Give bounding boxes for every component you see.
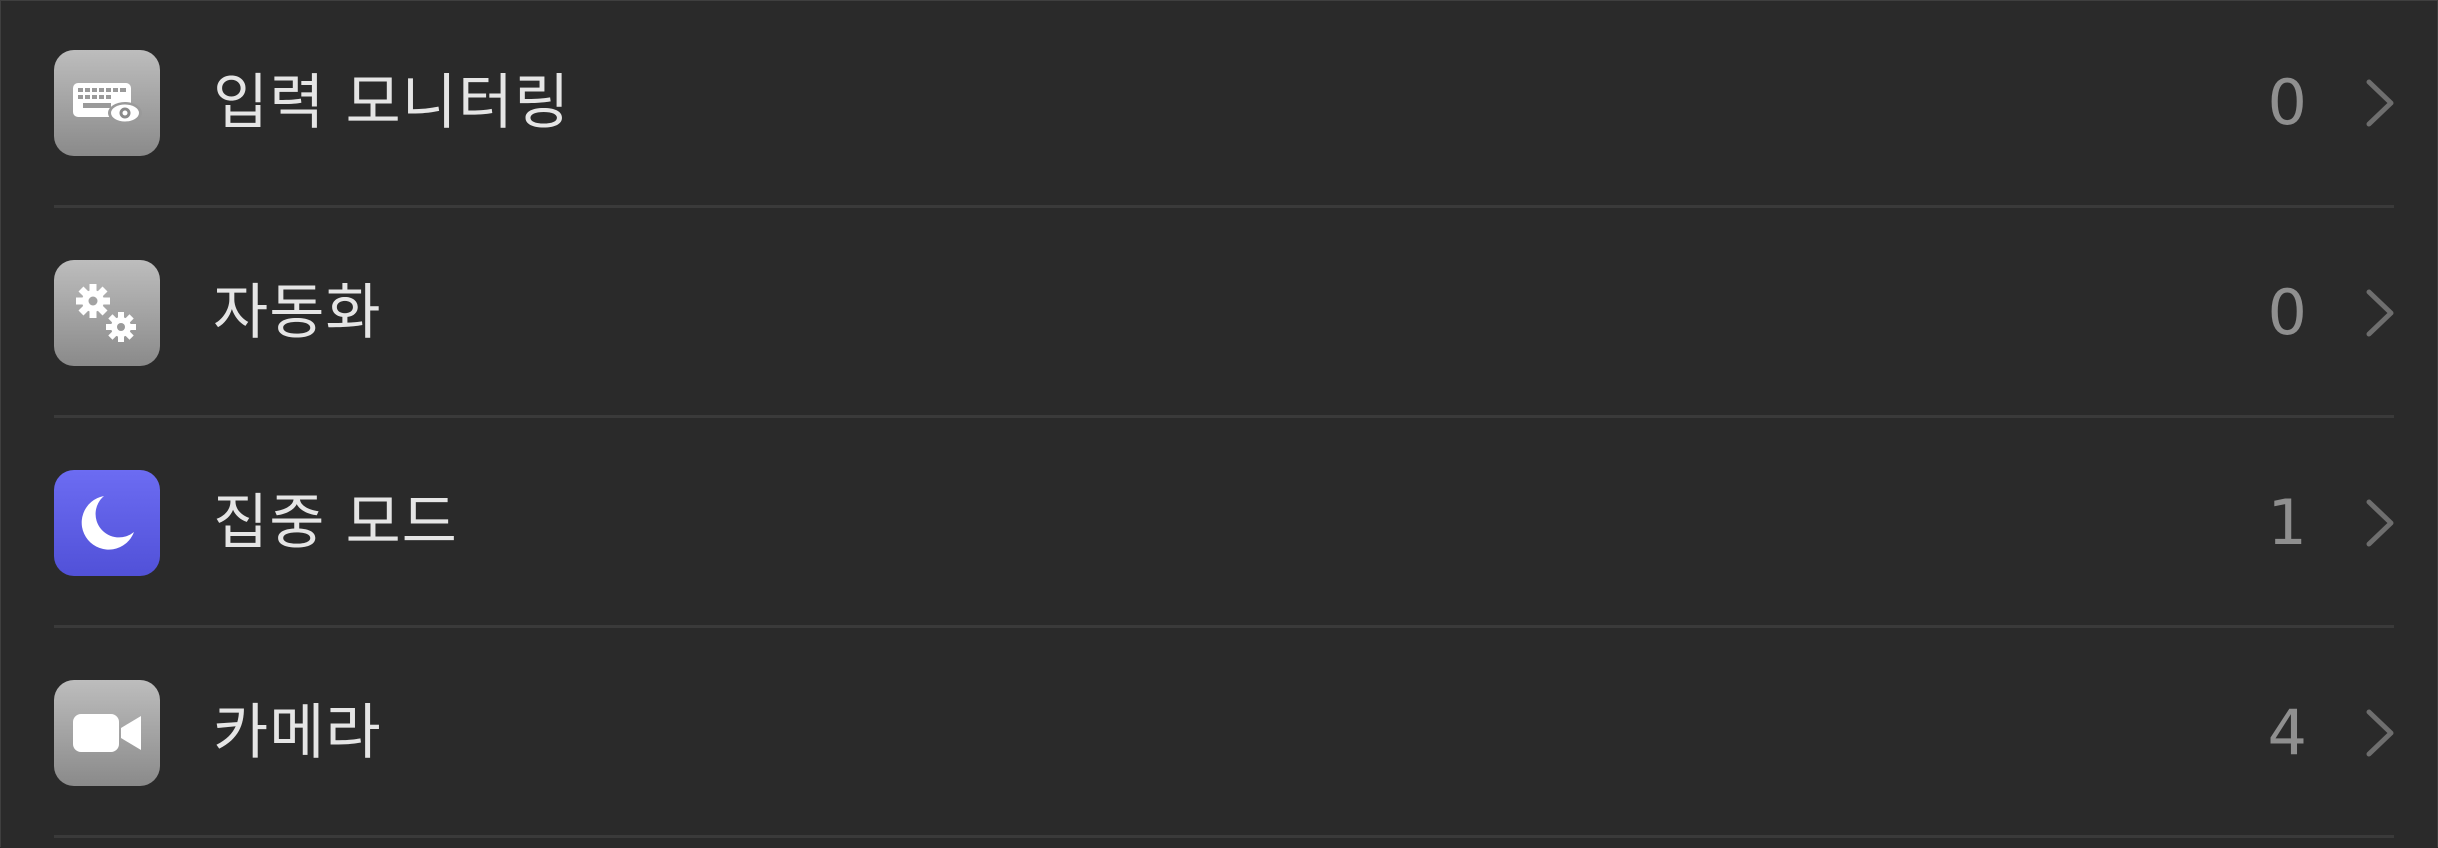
divider	[54, 415, 2394, 418]
row-count: 1	[2267, 486, 2307, 559]
list-item-input-monitoring[interactable]: 입력 모니터링 0	[1, 1, 2438, 211]
row-count: 0	[2267, 276, 2307, 349]
chevron-right-icon	[2366, 709, 2394, 757]
gears-icon	[54, 260, 160, 366]
divider	[54, 835, 2394, 838]
settings-panel: 입력 모니터링 0 자동화 0 집중 모드 1 카메라 4	[0, 0, 2438, 847]
list-item-focus-mode[interactable]: 집중 모드 1	[1, 421, 2438, 631]
chevron-right-icon	[2366, 499, 2394, 547]
row-label: 카메라	[213, 698, 382, 768]
list-item-automation[interactable]: 자동화 0	[1, 211, 2438, 421]
row-label: 집중 모드	[213, 488, 458, 558]
list-item-camera[interactable]: 카메라 4	[1, 631, 2438, 841]
chevron-right-icon	[2366, 79, 2394, 127]
row-count: 0	[2267, 66, 2307, 139]
chevron-right-icon	[2366, 289, 2394, 337]
row-label: 입력 모니터링	[213, 68, 571, 138]
video-camera-icon	[54, 680, 160, 786]
divider	[54, 205, 2394, 208]
row-count: 4	[2267, 696, 2307, 769]
divider	[54, 625, 2394, 628]
row-label: 자동화	[213, 278, 382, 348]
moon-icon	[54, 470, 160, 576]
keyboard-eye-icon	[54, 50, 160, 156]
